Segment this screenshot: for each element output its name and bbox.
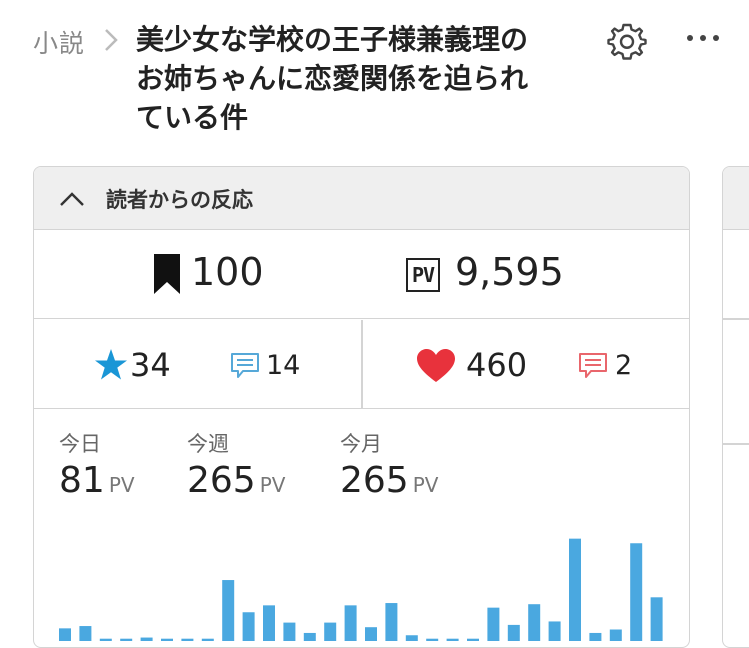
bookmark-icon xyxy=(154,254,180,294)
pv-bar xyxy=(263,605,275,641)
pv-bar xyxy=(528,604,541,641)
title-line: ている件 xyxy=(136,101,249,134)
totals-row: 100 PV 9,595 xyxy=(34,230,689,319)
star-count: 34 xyxy=(130,346,171,384)
pv-bar xyxy=(99,638,112,641)
divider xyxy=(723,443,749,445)
adjacent-card-header xyxy=(723,167,749,230)
pv-bar xyxy=(201,638,214,641)
gear-icon[interactable] xyxy=(604,19,650,65)
pv-bar xyxy=(324,622,337,641)
reactions-title: 読者からの反応 xyxy=(106,188,253,212)
chevron-right-icon xyxy=(105,29,118,51)
pv-bar xyxy=(507,624,520,641)
page-title: 美少女な学校の王子様兼義理の お姉ちゃんに恋愛関係を迫られ ている件 xyxy=(136,20,576,137)
pv-bar xyxy=(140,637,153,641)
pv-bar xyxy=(487,607,500,641)
week-label: 今週 xyxy=(187,432,229,456)
pv-bar xyxy=(385,603,398,641)
pv-bar xyxy=(569,538,581,641)
pv-bar xyxy=(344,605,357,641)
heart-comment-count: 2 xyxy=(615,350,633,381)
star-comment-count: 14 xyxy=(266,350,301,381)
pv-bar xyxy=(467,638,479,641)
pv-stats: 今日 81 PV 今週 265 PV 今月 265 PV xyxy=(34,410,689,647)
pv-bar xyxy=(120,638,133,641)
bookmark-count: 100 xyxy=(191,250,264,294)
pv-bar xyxy=(426,638,439,641)
comment-icon[interactable] xyxy=(230,352,260,380)
today-value: 81 PV xyxy=(59,460,135,501)
pv-bar xyxy=(650,597,663,641)
title-line: お姉ちゃんに恋愛関係を迫られ xyxy=(136,62,529,95)
breadcrumb-novel[interactable]: 小説 xyxy=(33,24,85,60)
pv-icon: PV xyxy=(406,258,440,292)
adjacent-card xyxy=(722,166,749,648)
week-pv: 265 xyxy=(187,460,256,501)
pv-bar xyxy=(446,638,459,641)
divider xyxy=(723,318,749,320)
pv-bar xyxy=(630,543,643,641)
reader-reactions-card: 読者からの反応 100 PV 9,595 34 14 460 2 今日 81 P… xyxy=(33,166,690,648)
pv-bar xyxy=(242,612,255,641)
heart-icon xyxy=(417,349,455,382)
pv-unit: PV xyxy=(108,473,135,497)
pv-bar xyxy=(365,627,377,641)
reactions-header[interactable]: 読者からの反応 xyxy=(34,167,689,230)
title-line: 美少女な学校の王子様兼義理の xyxy=(136,23,529,56)
today-pv: 81 xyxy=(59,460,105,501)
ratings-row: 34 14 460 2 xyxy=(34,320,689,409)
pv-bar xyxy=(161,638,173,641)
month-pv: 265 xyxy=(340,460,409,501)
today-label: 今日 xyxy=(59,432,101,456)
month-label: 今月 xyxy=(340,432,382,456)
pv-unit: PV xyxy=(259,473,286,497)
pv-total-count: 9,595 xyxy=(455,250,564,294)
month-value: 265 PV xyxy=(340,460,438,501)
pv-bar-chart xyxy=(59,538,663,641)
pv-bar xyxy=(609,629,622,641)
pv-bar xyxy=(79,626,92,641)
heart-count: 460 xyxy=(466,346,528,384)
week-value: 265 PV xyxy=(187,460,285,501)
pv-bar xyxy=(59,628,71,641)
pv-bar xyxy=(548,621,561,641)
pv-bar xyxy=(181,638,194,641)
page-header: 小説 美少女な学校の王子様兼義理の お姉ちゃんに恋愛関係を迫られ ている件 xyxy=(0,0,749,150)
more-options-icon[interactable] xyxy=(680,18,726,64)
pv-bar xyxy=(405,635,418,641)
pv-bar xyxy=(303,632,316,641)
chevron-up-icon[interactable] xyxy=(58,185,86,213)
pv-bar xyxy=(283,622,296,641)
divider xyxy=(361,320,363,408)
pv-bar xyxy=(222,580,235,641)
pv-bar xyxy=(589,632,602,641)
comment-icon[interactable] xyxy=(578,352,608,380)
star-icon xyxy=(95,349,127,380)
pv-unit: PV xyxy=(412,473,439,497)
